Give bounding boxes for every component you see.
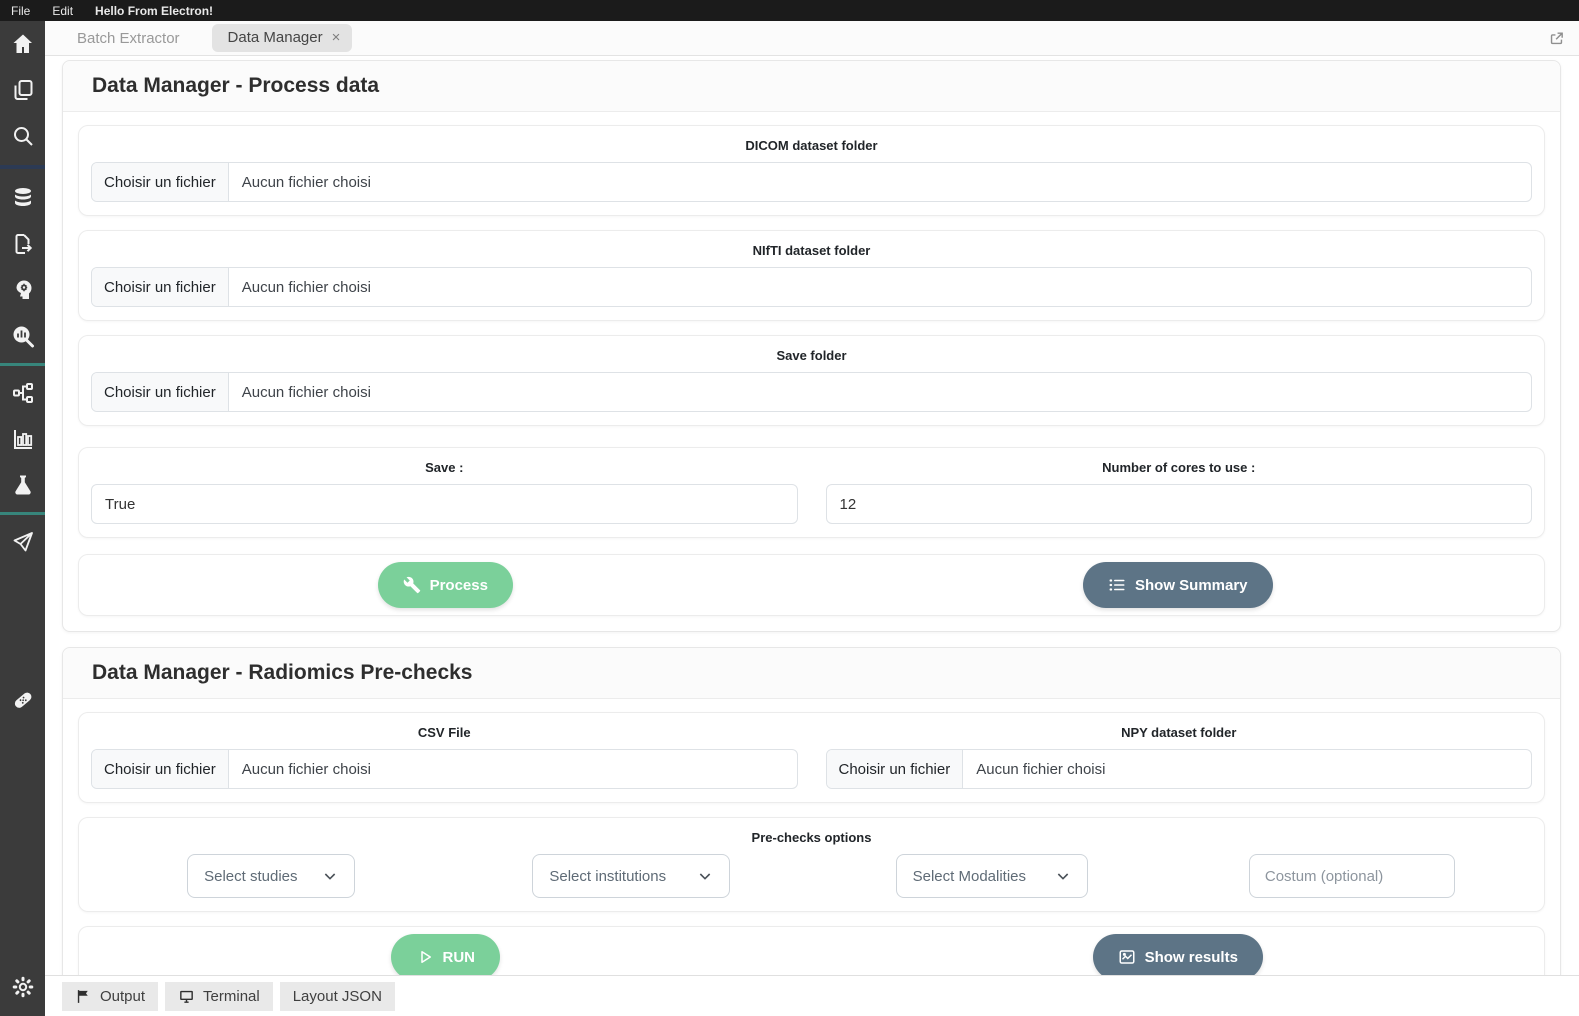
select-institutions-dropdown[interactable]: Select institutions [532,854,731,898]
nifti-folder-file-input[interactable]: Choisir un fichier Aucun fichier choisi [91,267,1532,307]
prechecks-options-label: Pre-checks options [751,830,872,845]
save-cores-group: Save : Number of cores to use : [78,447,1545,538]
save-folder-group: Save folder Choisir un fichier Aucun fic… [78,335,1545,426]
tab-data-manager-label: Data Manager [227,29,323,46]
copy-icon[interactable] [0,67,45,113]
prechecks-buttons-row: RUN Show results [78,926,1545,975]
file-name-text: Aucun fichier choisi [241,383,371,401]
database-icon[interactable] [0,175,45,221]
dicom-folder-label: DICOM dataset folder [745,138,878,153]
flask-icon[interactable] [0,462,45,508]
process-card-title: Data Manager - Process data [92,74,380,97]
sidebar-divider [0,165,45,169]
select-studies-dropdown[interactable]: Select studies [187,854,356,898]
npy-folder-label: NPY dataset folder [1121,725,1237,740]
select-modalities-dropdown[interactable]: Select Modalities [895,854,1088,898]
prechecks-card: Data Manager - Radiomics Pre-checks CSV … [62,647,1561,975]
csv-npy-group: CSV File Choisir un fichier Aucun fichie… [78,712,1545,803]
menu-app-title[interactable]: Hello From Electron! [84,4,224,18]
sidebar-divider [0,512,45,515]
select-institutions-label: Select institutions [549,867,667,885]
send-icon[interactable] [0,519,45,565]
bar-chart-icon[interactable] [0,416,45,462]
wrench-icon [403,576,420,594]
save-folder-label: Save folder [776,348,847,363]
prechecks-card-title: Data Manager - Radiomics Pre-checks [92,661,473,684]
dicom-folder-group: DICOM dataset folder Choisir un fichier … [78,125,1545,216]
menu-file[interactable]: File [0,4,41,18]
process-buttons-row: Process Show Summary [78,554,1545,616]
choose-file-button[interactable]: Choisir un fichier [826,750,964,788]
save-input[interactable] [91,484,798,524]
show-results-button-label: Show results [1144,948,1238,966]
tab-data-manager[interactable]: Data Manager × [211,24,353,52]
output-tab[interactable]: Output [62,981,159,1011]
prechecks-options-group: Pre-checks options Select studies Select… [78,817,1545,912]
show-summary-button[interactable]: Show Summary [1082,562,1273,608]
file-name-text: Aucun fichier choisi [976,760,1106,778]
csv-file-label: CSV File [417,725,471,740]
show-summary-button-label: Show Summary [1134,576,1248,594]
home-icon[interactable] [0,21,45,67]
output-tab-label: Output [100,987,146,1005]
search-icon[interactable] [0,113,45,159]
tab-close-icon[interactable]: × [332,29,341,46]
chart-search-icon[interactable] [0,313,45,359]
terminal-icon [180,990,193,1003]
custom-optional-input[interactable] [1248,854,1455,898]
file-name-text: Aucun fichier choisi [241,173,371,191]
sidebar-divider [0,363,45,366]
file-name-text: Aucun fichier choisi [241,760,371,778]
content-area: Data Manager - Process data DICOM datase… [45,56,1579,975]
cores-label: Number of cores to use : [1102,460,1256,475]
run-button[interactable]: RUN [390,934,500,975]
choose-file-button[interactable]: Choisir un fichier [92,373,229,411]
cores-input[interactable] [825,484,1532,524]
terminal-tab-label: Terminal [203,987,260,1005]
file-export-icon[interactable] [0,221,45,267]
nifti-folder-label: NIfTI dataset folder [752,243,871,258]
save-folder-file-input[interactable]: Choisir un fichier Aucun fichier choisi [91,372,1532,412]
process-data-card: Data Manager - Process data DICOM datase… [62,60,1561,632]
save-label: Save : [425,460,464,475]
layout-json-tab-label: Layout JSON [292,987,382,1005]
choose-file-button[interactable]: Choisir un fichier [92,750,229,788]
chevron-down-icon [324,873,336,880]
npy-folder-file-input[interactable]: Choisir un fichier Aucun fichier choisi [825,749,1532,789]
select-modalities-label: Select Modalities [912,867,1027,885]
sidebar [0,21,45,1016]
play-icon [420,951,431,963]
choose-file-button[interactable]: Choisir un fichier [92,268,229,306]
image-chart-icon [1119,950,1135,964]
process-button[interactable]: Process [377,562,513,608]
show-results-button[interactable]: Show results [1092,934,1263,975]
choose-file-button[interactable]: Choisir un fichier [92,163,229,201]
menu-bar: File Edit Hello From Electron! [0,0,1579,21]
file-name-text: Aucun fichier choisi [241,278,371,296]
layout-json-tab[interactable]: Layout JSON [279,981,395,1011]
dicom-folder-file-input[interactable]: Choisir un fichier Aucun fichier choisi [91,162,1532,202]
menu-edit[interactable]: Edit [41,4,84,18]
ai-head-icon[interactable] [0,267,45,313]
bandage-icon[interactable] [0,677,45,723]
bottom-bar: Output Terminal Layout JSON [45,975,1579,1016]
process-button-label: Process [429,576,488,594]
nodes-icon[interactable] [0,370,45,416]
process-card-header: Data Manager - Process data [63,61,1560,112]
run-button-label: RUN [442,948,476,966]
select-studies-label: Select studies [204,867,298,885]
open-external-icon[interactable] [1548,30,1565,47]
list-icon [1109,579,1125,591]
csv-file-input[interactable]: Choisir un fichier Aucun fichier choisi [91,749,798,789]
tab-bar: Batch Extractor Data Manager × [45,21,1579,56]
gear-icon[interactable] [0,964,45,1010]
prechecks-card-header: Data Manager - Radiomics Pre-checks [63,648,1560,699]
tab-batch-extractor[interactable]: Batch Extractor [59,24,198,53]
nifti-folder-group: NIfTI dataset folder Choisir un fichier … [78,230,1545,321]
chevron-down-icon [1057,873,1068,880]
flag-icon [77,989,88,1003]
chevron-down-icon [700,873,711,880]
terminal-tab[interactable]: Terminal [165,981,273,1011]
